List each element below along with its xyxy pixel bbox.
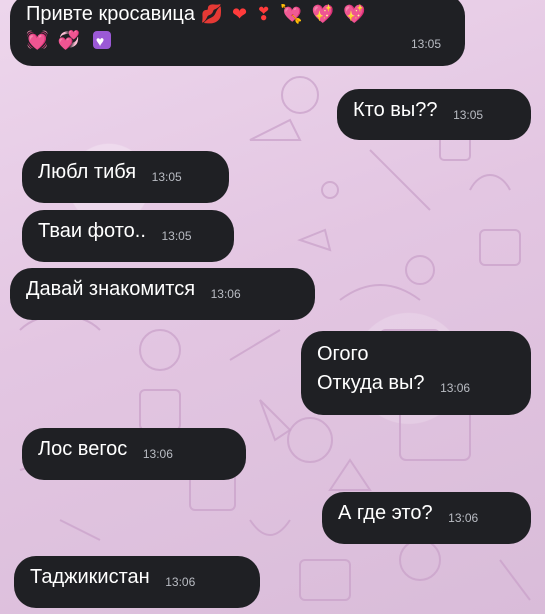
message-text: Любл тибя xyxy=(38,161,137,183)
heart-arrow-icon: 💘 xyxy=(280,4,305,24)
message-text: А где это? xyxy=(338,502,433,524)
message-timestamp: 13:06 xyxy=(448,511,479,525)
message-text: Тваи фото.. xyxy=(38,220,146,242)
message-outgoing-1[interactable]: Кто вы?? 13:05 xyxy=(337,89,531,140)
message-text: Давай знакомится xyxy=(26,278,196,300)
sparkling-heart-icon: 💖 xyxy=(311,4,337,24)
message-incoming-4[interactable]: Давай знакомится 13:06 xyxy=(10,268,315,320)
beating-heart-icon: 💓 xyxy=(26,30,51,50)
message-timestamp: 13:05 xyxy=(151,170,182,184)
message-timestamp: 13:05 xyxy=(410,37,441,51)
message-timestamp: 13:06 xyxy=(165,575,196,589)
message-text: Таджикистан xyxy=(30,566,150,588)
heart-exclamation-icon: ❣ xyxy=(256,4,274,24)
revolving-hearts-icon: 💞 xyxy=(57,30,82,50)
message-incoming-6[interactable]: Таджикистан 13:06 xyxy=(14,556,260,608)
kiss-icon: 💋 xyxy=(200,4,225,24)
message-timestamp: 13:06 xyxy=(440,381,471,395)
message-text: Кто вы?? xyxy=(353,99,438,121)
message-text: Привте кросавица xyxy=(26,3,195,25)
message-timestamp: 13:06 xyxy=(142,447,173,461)
message-outgoing-2[interactable]: Огого Откуда вы? 13:06 xyxy=(301,331,531,415)
message-text: Лос вегос xyxy=(38,438,128,460)
emoji-row-2: 💓 💞 xyxy=(26,29,111,53)
message-incoming-2[interactable]: Любл тибя 13:05 xyxy=(22,151,229,203)
message-timestamp: 13:05 xyxy=(161,229,192,243)
message-timestamp: 13:06 xyxy=(210,287,241,301)
message-incoming-5[interactable]: Лос вегос 13:06 xyxy=(22,428,246,480)
emoji-row-1: 💋 ❤ ❣ 💘 💖 💖 xyxy=(201,4,368,24)
sparkling-heart-icon-2: 💖 xyxy=(343,4,368,24)
message-outgoing-3[interactable]: А где это? 13:06 xyxy=(322,492,531,544)
message-text-line-1: Огого xyxy=(317,343,369,365)
message-incoming-1[interactable]: Привте кросавица 💋 ❤ ❣ 💘 💖 💖 💓 💞 13:05 xyxy=(10,0,465,66)
heart-decoration-icon xyxy=(92,29,111,53)
message-text-line-2: Откуда вы? xyxy=(317,372,425,394)
message-timestamp: 13:05 xyxy=(453,108,484,122)
heart-icon: ❤ xyxy=(231,4,250,24)
message-incoming-3[interactable]: Тваи фото.. 13:05 xyxy=(22,210,234,262)
